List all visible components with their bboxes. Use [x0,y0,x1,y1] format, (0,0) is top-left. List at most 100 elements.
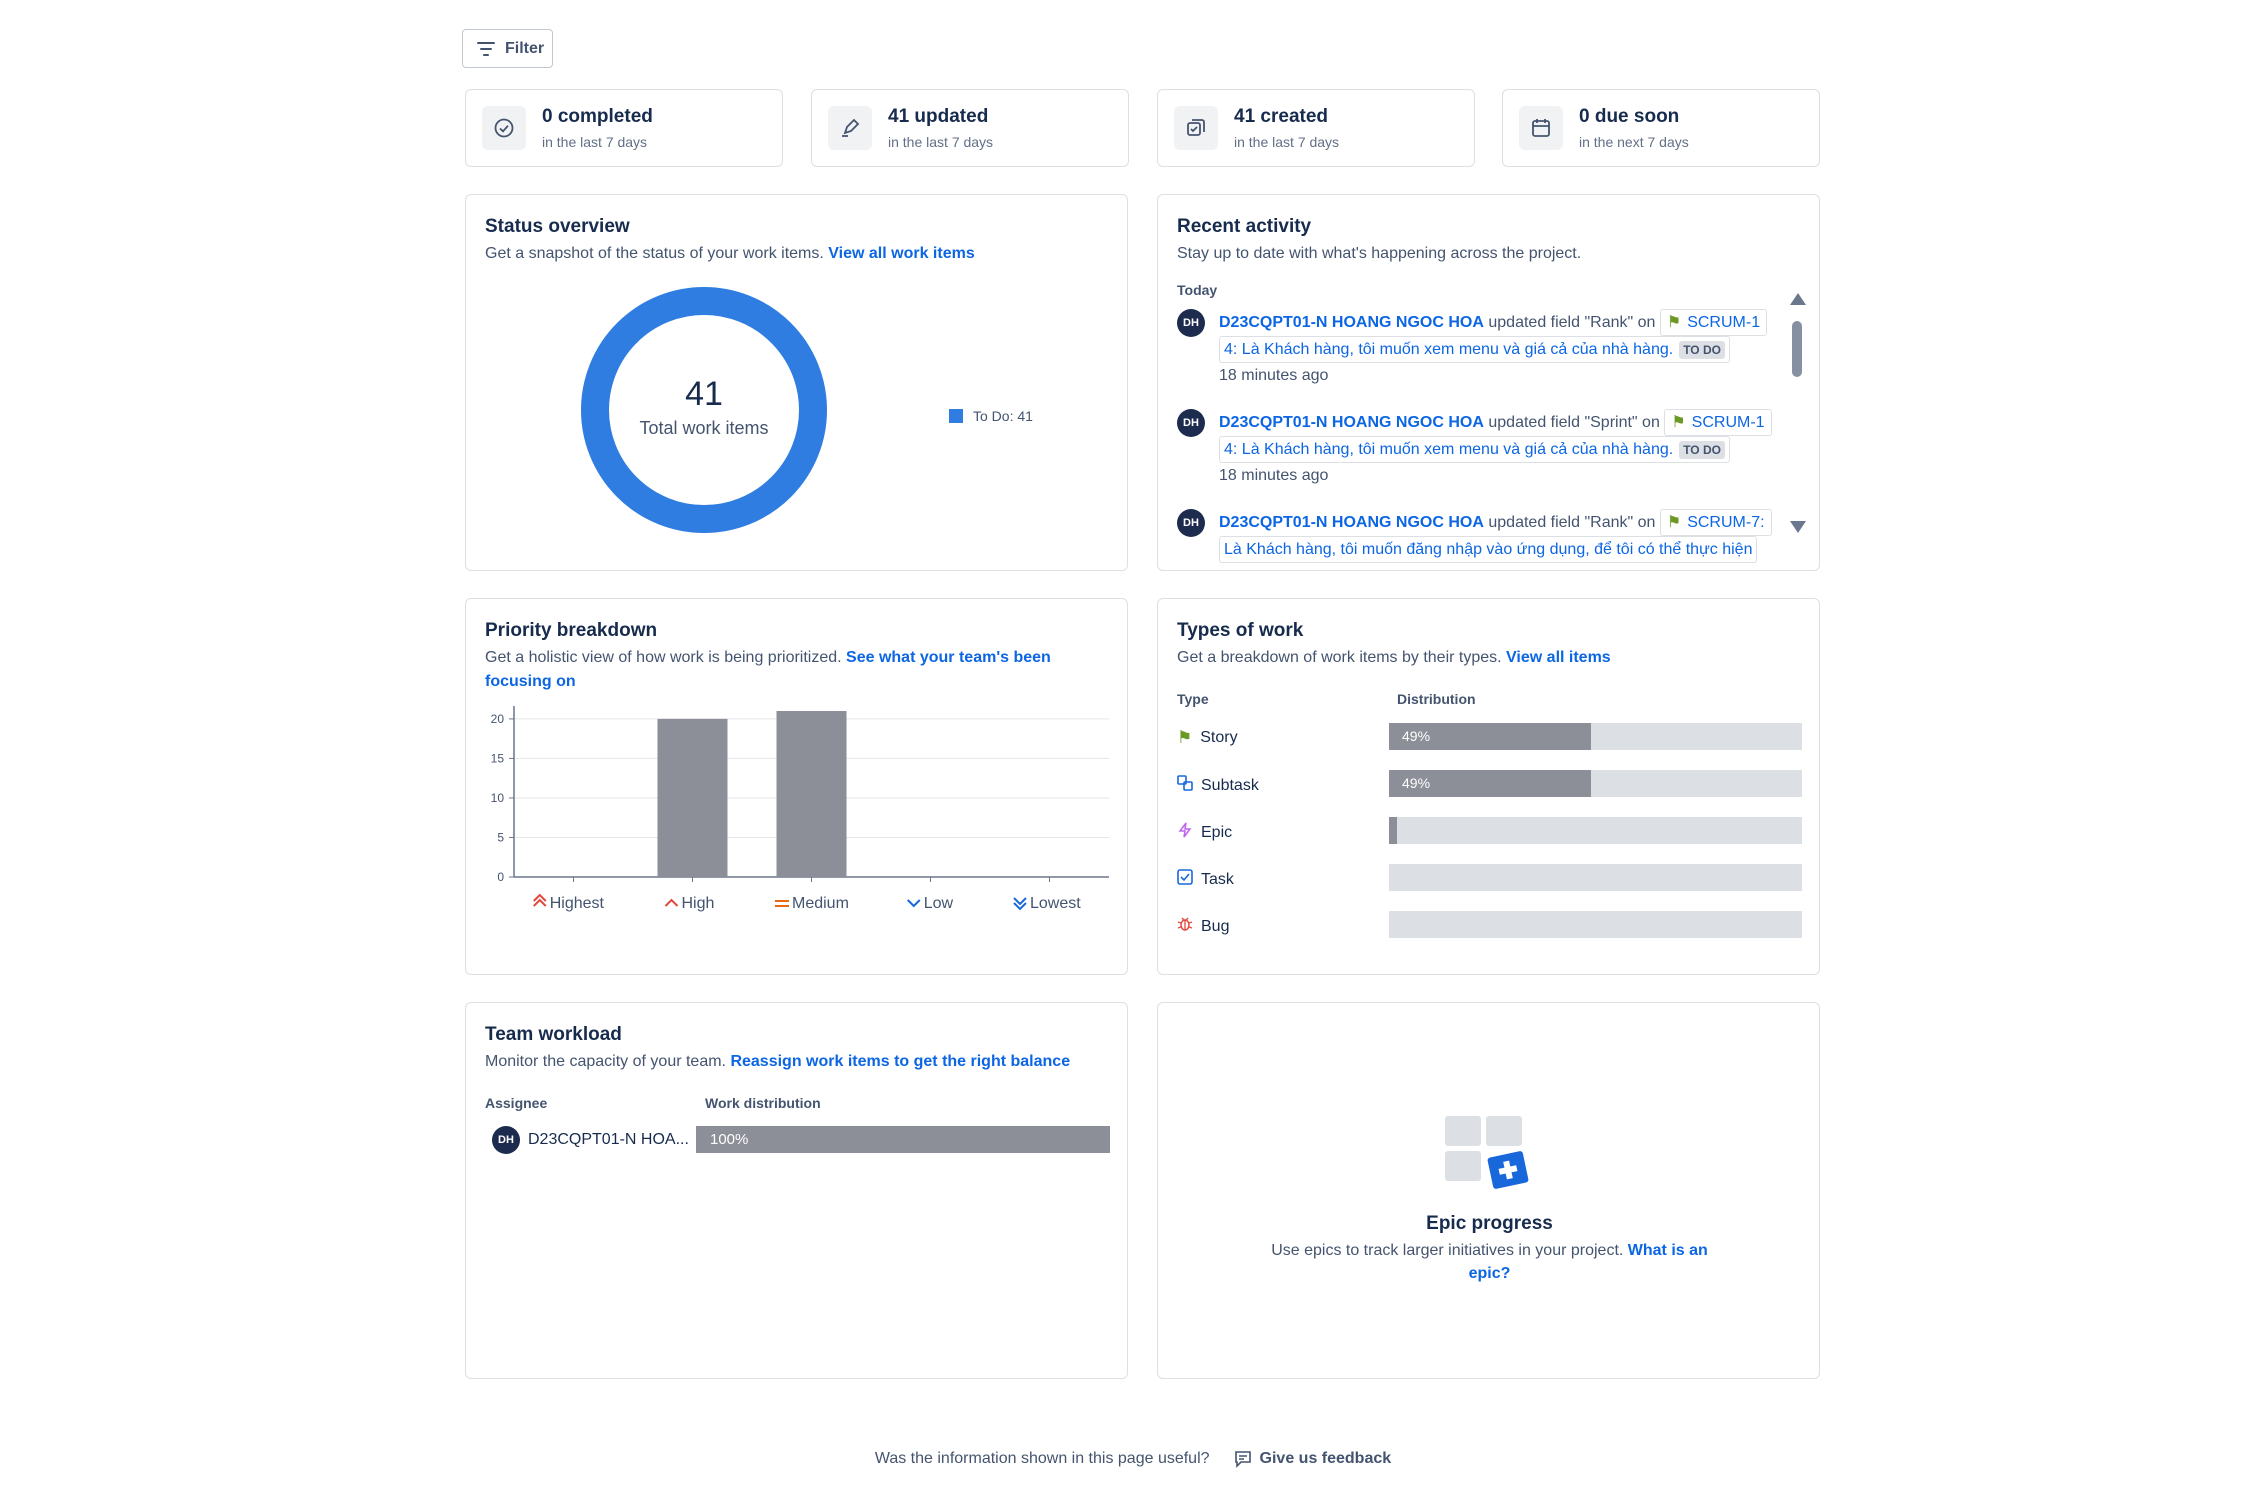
stat-card-updated[interactable]: 41 updated in the last 7 days [811,89,1129,167]
story-icon: ⚑ [1666,514,1682,531]
activity-scrollbar[interactable] [1789,293,1806,533]
feedback-label: Give us feedback [1259,1450,1392,1467]
column-header-type: Type [1177,691,1209,707]
view-all-items-link[interactable]: View all items [1506,649,1611,666]
priority-highest-icon [533,893,547,907]
avatar: DH [1177,309,1205,337]
epic-illustration-icon [1445,1116,1529,1189]
panel-title: Status overview [485,216,630,237]
activity-user-link[interactable]: D23CQPT01-N HOANG NGOC HOA [1219,514,1484,531]
distribution-fill: 49% [1389,770,1592,797]
type-row-bug[interactable]: Bug [1177,911,1802,941]
description-text: Monitor the capacity of your team. [485,1053,726,1070]
subtask-icon [1177,775,1193,796]
distribution-fill [1389,817,1398,844]
task-icon [1177,869,1193,890]
distribution-bar [1389,864,1802,891]
activity-action: updated field "Rank" on [1488,514,1656,531]
link-text: What is an [1627,1242,1708,1259]
assignee-row[interactable]: DH D23CQPT01-N HOA... [492,1126,689,1154]
x-tick-label: Low [924,895,954,912]
stat-main: 41 updated [888,106,989,127]
scroll-down-arrow-icon[interactable] [1790,521,1806,533]
epic-progress-panel: Epic progress Use epics to track larger … [1157,1002,1820,1379]
stat-card-completed[interactable]: 0 completed in the last 7 days [465,89,783,167]
type-row-task[interactable]: Task [1177,864,1802,894]
stat-card-due-soon[interactable]: 0 due soon in the next 7 days [1502,89,1820,167]
epic-icon [1177,822,1193,843]
create-icon [1174,106,1218,150]
activity-action: updated field "Sprint" on [1488,414,1660,431]
team-workload-panel: Team workload Monitor the capacity of yo… [465,1002,1128,1379]
activity-work-item-summary[interactable]: 4: Là Khách hàng, tôi muốn xem menu và g… [1219,336,1730,363]
activity-user-link[interactable]: D23CQPT01-N HOANG NGOC HOA [1219,314,1484,331]
stat-card-created[interactable]: 41 created in the last 7 days [1157,89,1475,167]
scroll-up-arrow-icon[interactable] [1790,293,1806,305]
bug-icon [1177,916,1193,937]
distribution-bar: 49% [1389,770,1802,797]
column-header-assignee: Assignee [485,1095,548,1111]
stat-main: 0 due soon [1579,106,1680,127]
feedback-icon [1234,1451,1251,1468]
story-icon: ⚑ [1177,728,1193,747]
status-legend: To Do: 41 [949,408,1033,424]
work-item-summary-text: 4: Là Khách hàng, tôi muốn xem menu và g… [1224,441,1674,458]
x-tick-label: Lowest [1030,895,1081,912]
bar-high [657,718,728,877]
activity-work-item-ref[interactable]: ⚑ SCRUM-7: [1659,509,1772,536]
panel-title: Priority breakdown [485,620,658,641]
epic-progress-description: Use epics to track larger initiatives in… [1258,1239,1721,1285]
type-row-story[interactable]: ⚑ Story 49% [1177,723,1802,753]
activity-time: 18 minutes ago [1219,367,1329,384]
filter-button[interactable]: Filter [462,29,553,68]
panel-title: Recent activity [1177,216,1312,237]
scroll-thumb[interactable] [1792,321,1802,377]
reassign-work-items-link[interactable]: Reassign work items to get the right bal… [730,1053,1070,1070]
description-text: Use epics to track larger initiatives in… [1271,1242,1624,1259]
give-feedback-button[interactable]: Give us feedback [1234,1450,1392,1468]
column-header-distribution: Distribution [1397,691,1476,707]
stat-main: 0 completed [542,106,653,127]
check-circle-icon [482,106,526,150]
x-tick-label: High [682,895,715,912]
activity-work-item-ref[interactable]: ⚑ SCRUM-1 [1659,309,1768,336]
type-row-subtask[interactable]: Subtask 49% [1177,770,1802,800]
stat-sub: in the next 7 days [1579,134,1689,150]
activity-work-item-ref[interactable]: ⚑ SCRUM-1 [1664,409,1772,436]
activity-work-item-summary[interactable]: Là Khách hàng, tôi muốn đăng nhập vào ứn… [1219,536,1758,563]
stat-sub: in the last 7 days [542,134,648,150]
panel-description: Get a snapshot of the status of your wor… [485,242,975,266]
total-label: Total work items [639,418,769,438]
priority-low-icon [907,899,921,908]
panel-description: Monitor the capacity of your team. Reass… [485,1050,1070,1074]
type-row-epic[interactable]: Epic [1177,817,1802,847]
status-badge: TO DO [1679,441,1725,459]
bar-medium [776,711,847,877]
recent-activity-panel: Recent activity Stay up to date with wha… [1157,194,1820,571]
panel-title: Team workload [485,1024,622,1045]
activity-work-item-summary[interactable]: 4: Là Khách hàng, tôi muốn xem menu và g… [1219,436,1730,463]
x-tick-label: Highest [550,895,605,912]
y-tick-label: 0 [497,870,504,884]
work-distribution-bar: 100% [696,1126,1110,1153]
description-text: Get a holistic view of how work is being… [485,649,842,666]
panel-title: Types of work [1177,620,1304,641]
y-tick-label: 15 [491,751,505,765]
priority-breakdown-panel: Priority breakdown Get a holistic view o… [465,598,1128,975]
stat-sub: in the last 7 days [1234,134,1340,150]
stat-sub: in the last 7 days [888,134,994,150]
activity-today-heading: Today [1177,282,1218,298]
activity-user-link[interactable]: D23CQPT01-N HOANG NGOC HOA [1219,414,1484,431]
work-item-summary-text: Là Khách hàng, tôi muốn đăng nhập vào ứn… [1224,541,1753,558]
priority-medium-icon [775,900,789,907]
work-item-key: SCRUM-7: [1687,514,1765,531]
types-of-work-panel: Types of work Get a breakdown of work it… [1157,598,1820,975]
status-badge: TO DO [1679,341,1725,359]
priority-high-icon [664,898,679,907]
feedback-question: Was the information shown in this page u… [874,1450,1210,1467]
view-all-work-items-link[interactable]: View all work items [828,245,974,262]
type-label: Story [1200,729,1238,746]
y-tick-label: 5 [497,830,504,844]
activity-action: updated field "Rank" on [1488,314,1656,331]
link-text: epic? [1468,1265,1511,1282]
